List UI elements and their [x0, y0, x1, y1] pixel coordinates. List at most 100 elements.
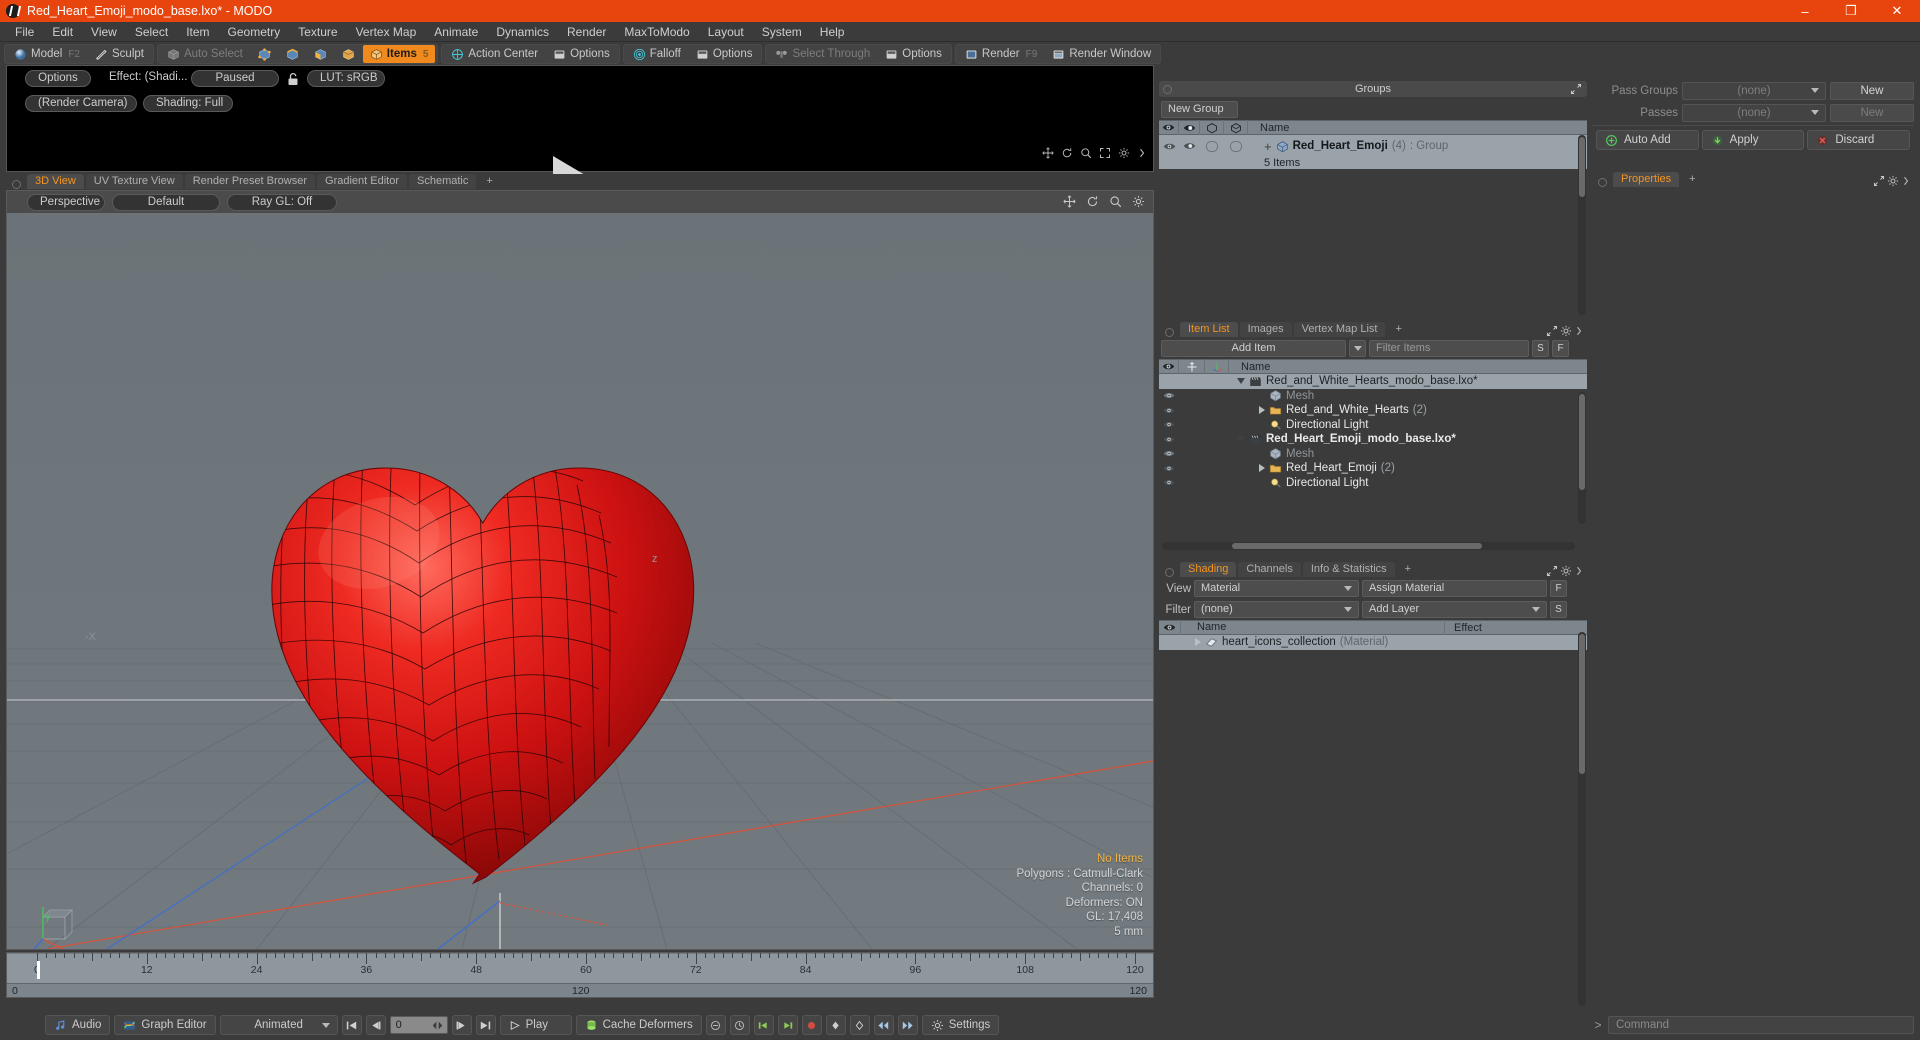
groups-vertical-scrollbar[interactable] [1578, 135, 1586, 315]
filter-dropdown[interactable]: (none) [1194, 601, 1359, 618]
filter-items-input[interactable]: Filter Items [1369, 340, 1529, 357]
gear-icon[interactable] [1887, 175, 1899, 187]
filter-s-button[interactable]: S [1532, 340, 1549, 357]
render-button[interactable]: Render F9 [958, 45, 1044, 63]
autokey-button[interactable] [729, 1015, 750, 1035]
step-back-button[interactable] [365, 1015, 386, 1035]
animation-mode-dropdown[interactable]: Animated [219, 1015, 338, 1035]
expand-icon[interactable] [1570, 83, 1582, 95]
row-visibility-toggle[interactable] [1159, 449, 1179, 458]
item-list-row[interactable]: Red_Heart_Emoji_modo_base.lxo* [1159, 432, 1587, 447]
rotate-icon[interactable] [1061, 147, 1073, 159]
zoom-icon[interactable] [1080, 147, 1092, 159]
shading-vertical-scrollbar[interactable] [1578, 632, 1586, 1006]
add-layer-dropdown[interactable]: Add Layer [1362, 601, 1547, 618]
chevron-down-icon[interactable] [1237, 378, 1245, 385]
preview-shading-button[interactable]: Shading: Full [143, 95, 233, 112]
shading-s-button[interactable]: S [1550, 601, 1567, 618]
col-eye-icon[interactable] [1159, 359, 1179, 374]
menu-item-vertex-map[interactable]: Vertex Map [347, 22, 426, 42]
auto-select-button[interactable]: Auto Select [160, 45, 250, 63]
timeline-ruler[interactable]: 01224364860728496108120 [7, 953, 1153, 983]
menu-item-dynamics[interactable]: Dynamics [487, 22, 558, 42]
item-list-row[interactable]: Red_Heart_Emoji (2) [1159, 461, 1587, 476]
unlock-icon[interactable] [285, 71, 301, 87]
chevron-down-icon[interactable] [1237, 436, 1245, 443]
viewport-style-button[interactable]: Default [112, 193, 220, 211]
preview-lut-button[interactable]: LUT: sRGB [307, 70, 385, 87]
viewport-raygl-button[interactable]: Ray GL: Off [227, 193, 337, 211]
minimize-button[interactable]: – [1782, 0, 1828, 22]
add-item-button[interactable]: Add Item [1161, 340, 1346, 357]
tab-3d-view[interactable]: 3D View [27, 174, 84, 189]
row-lock-toggle[interactable] [1224, 140, 1248, 152]
chevron-right-icon[interactable] [1574, 325, 1584, 337]
filter-f-button[interactable]: F [1552, 340, 1569, 357]
expand-icon[interactable] [1873, 175, 1885, 187]
jump-to-start-button[interactable] [341, 1015, 362, 1035]
menu-item-layout[interactable]: Layout [699, 22, 753, 42]
row-render-toggle[interactable] [1179, 141, 1200, 151]
menu-item-select[interactable]: Select [126, 22, 177, 42]
row-visibility-toggle[interactable] [1159, 406, 1179, 415]
falloff-button[interactable]: Falloff [626, 45, 688, 63]
cache-deformers-button[interactable]: Cache Deformers [575, 1015, 702, 1035]
col-render-eye-icon[interactable] [1179, 120, 1200, 135]
col-lock-icon[interactable] [1179, 359, 1205, 374]
vertices-mode-button[interactable] [251, 45, 278, 63]
record-button[interactable] [801, 1015, 822, 1035]
move-icon[interactable] [1042, 147, 1054, 159]
menu-item-item[interactable]: Item [177, 22, 218, 42]
tab-channels[interactable]: Channels [1238, 562, 1301, 577]
gear-icon[interactable] [1132, 195, 1145, 208]
pass-groups-dropdown[interactable]: (none) [1682, 81, 1826, 100]
menu-item-render[interactable]: Render [558, 22, 615, 42]
item-list-row[interactable]: Directional Light [1159, 476, 1587, 491]
add-properties-tab-button[interactable]: + [1681, 172, 1703, 187]
model-mode-button[interactable]: Model F2 [7, 45, 87, 63]
new-group-button[interactable]: New Group [1161, 101, 1238, 118]
add-shading-tab-button[interactable]: + [1397, 562, 1419, 577]
settings-button[interactable]: Settings [921, 1015, 1000, 1035]
menu-item-system[interactable]: System [753, 22, 811, 42]
expand-icon[interactable] [1546, 325, 1558, 337]
gear-icon[interactable] [1560, 565, 1572, 577]
add-item-list-tab-button[interactable]: + [1387, 322, 1409, 337]
tab-item-list[interactable]: Item List [1180, 322, 1238, 337]
menu-item-view[interactable]: View [82, 22, 126, 42]
item-list-row[interactable]: Mesh [1159, 447, 1587, 462]
row-visibility-toggle[interactable] [1159, 435, 1179, 444]
col-axis-icon[interactable] [1205, 359, 1229, 374]
jump-to-end-button[interactable] [475, 1015, 496, 1035]
tab-render-preset-browser[interactable]: Render Preset Browser [184, 174, 316, 189]
groups-panel-handle[interactable] [1163, 84, 1172, 94]
new-pass-button[interactable]: New [1830, 103, 1914, 122]
select-through-options-button[interactable]: Options [878, 45, 949, 63]
move-icon[interactable] [1063, 195, 1076, 208]
tab-uv-texture-view[interactable]: UV Texture View [85, 174, 183, 189]
viewport-panel-handle[interactable] [12, 180, 21, 189]
item-list-row[interactable]: Mesh [1159, 389, 1587, 404]
groups-table-row[interactable]: + Red_Heart_Emoji (4) : Group [1159, 135, 1587, 157]
step-forward-button[interactable] [451, 1015, 472, 1035]
expand-plus-icon[interactable]: + [1264, 139, 1272, 154]
maximize-button[interactable]: ❐ [1828, 0, 1874, 22]
chevron-right-icon[interactable] [1195, 638, 1201, 647]
menu-item-animate[interactable]: Animate [425, 22, 487, 42]
falloff-options-button[interactable]: Options [689, 45, 760, 63]
gear-icon[interactable] [1560, 325, 1572, 337]
chevron-right-icon[interactable] [1137, 147, 1147, 159]
new-pass-group-button[interactable]: New [1830, 81, 1914, 100]
row-shade-toggle[interactable] [1200, 140, 1224, 152]
delete-key-button[interactable] [849, 1015, 870, 1035]
item-list-row[interactable]: Directional Light [1159, 418, 1587, 433]
fit-icon[interactable] [1099, 147, 1111, 159]
view-dropdown[interactable]: Material [1194, 580, 1359, 597]
prev-key-button[interactable] [873, 1015, 894, 1035]
command-input[interactable]: Command [1608, 1016, 1914, 1034]
preview-camera-button[interactable]: (Render Camera) [25, 95, 137, 112]
tab-shading[interactable]: Shading [1180, 562, 1237, 577]
shading-table-row[interactable]: heart_icons_collection (Material) [1159, 635, 1587, 650]
tab-properties[interactable]: Properties [1613, 172, 1680, 187]
col-eye-icon[interactable] [1159, 120, 1179, 135]
